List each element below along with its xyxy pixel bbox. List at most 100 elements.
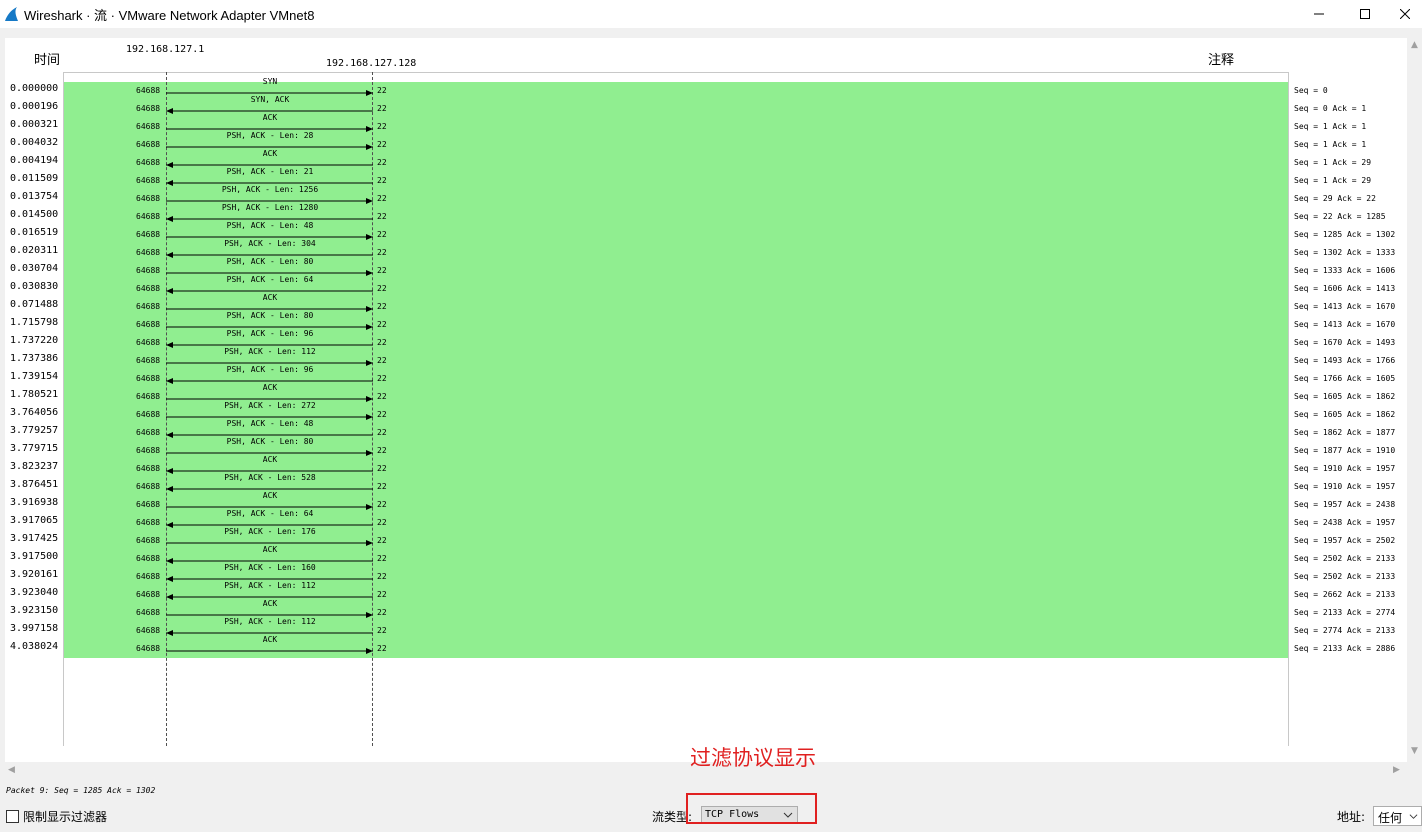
row-comment: Seq = 1606 Ack = 1413 [1294, 284, 1396, 293]
row-src-port: 64688 [136, 536, 161, 545]
row-comment: Seq = 1605 Ack = 1862 [1294, 392, 1396, 401]
row-packet-label: PSH, ACK - Len: 96 [226, 365, 314, 374]
scroll-up-icon[interactable]: ▲ [1411, 40, 1418, 50]
row-time: 0.030830 [10, 281, 59, 292]
row-src-port: 64688 [136, 464, 161, 473]
minimize-button[interactable] [1296, 0, 1342, 28]
row-packet-label: ACK [262, 599, 278, 608]
scroll-left-icon[interactable]: ◀ [8, 765, 15, 775]
row-packet-label: PSH, ACK - Len: 80 [226, 311, 314, 320]
row-src-port: 64688 [136, 590, 161, 599]
row-src-port: 64688 [136, 122, 161, 131]
row-comment: Seq = 1877 Ack = 1910 [1294, 446, 1396, 455]
row-time: 0.004032 [10, 137, 59, 148]
row-packet-label: ACK [262, 383, 278, 392]
row-time: 3.876451 [10, 479, 59, 490]
row-comment: Seq = 0 Ack = 1 [1294, 104, 1367, 113]
row-packet-label: PSH, ACK - Len: 48 [226, 221, 314, 230]
row-comment: Seq = 1910 Ack = 1957 [1294, 464, 1396, 473]
row-src-port: 64688 [136, 446, 161, 455]
row-src-port: 64688 [136, 302, 161, 311]
row-comment: Seq = 1333 Ack = 1606 [1294, 266, 1396, 275]
row-packet-label: PSH, ACK - Len: 528 [224, 473, 316, 482]
row-time: 1.739154 [10, 371, 59, 382]
vertical-scrollbar[interactable]: ▲ ▼ [1408, 38, 1422, 762]
row-src-port: 64688 [136, 572, 161, 581]
row-comment: Seq = 2502 Ack = 2133 [1294, 554, 1396, 563]
row-dst-port: 22 [377, 248, 387, 257]
row-dst-port: 22 [377, 338, 387, 347]
row-time: 3.920161 [10, 569, 59, 580]
row-time: 0.000196 [10, 101, 59, 112]
time-column-header: 时间 [34, 53, 61, 68]
row-comment: Seq = 1605 Ack = 1862 [1294, 410, 1396, 419]
title-bar: Wireshark · 流 · VMware Network Adapter V… [0, 0, 1422, 28]
row-packet-label: PSH, ACK - Len: 64 [226, 509, 314, 518]
limit-filter-checkbox[interactable]: 限制显示过滤器 [6, 808, 107, 825]
row-time: 3.917065 [10, 515, 59, 526]
chevron-down-icon [1409, 814, 1418, 819]
row-packet-label: PSH, ACK - Len: 160 [224, 563, 316, 572]
row-comment: Seq = 1493 Ack = 1766 [1294, 356, 1396, 365]
limit-filter-label[interactable]: 限制显示过滤器 [23, 808, 107, 825]
row-dst-port: 22 [377, 230, 387, 239]
minimize-icon [1314, 13, 1324, 15]
row-packet-label: ACK [262, 149, 278, 158]
flow-row[interactable]: 4.038024 64688 ACK 22 Seq = 2133 Ack = 2886 [0, 635, 1422, 658]
row-packet-label: ACK [262, 455, 278, 464]
row-packet-label: ACK [262, 545, 278, 554]
row-src-port: 64688 [136, 644, 161, 653]
row-comment: Seq = 1957 Ack = 2502 [1294, 536, 1396, 545]
row-src-port: 64688 [136, 518, 161, 527]
row-time: 0.013754 [10, 191, 59, 202]
row-src-port: 64688 [136, 230, 161, 239]
maximize-button[interactable] [1342, 0, 1388, 28]
row-time: 1.715798 [10, 317, 59, 328]
scroll-down-icon[interactable]: ▼ [1411, 746, 1418, 756]
row-dst-port: 22 [377, 518, 387, 527]
row-time: 3.917500 [10, 551, 59, 562]
host2-address-header: 192.168.127.128 [326, 58, 417, 69]
row-time: 0.016519 [10, 227, 59, 238]
row-time: 3.997158 [10, 623, 59, 634]
row-src-port: 64688 [136, 320, 161, 329]
row-dst-port: 22 [377, 266, 387, 275]
row-src-port: 64688 [136, 428, 161, 437]
row-packet-label: PSH, ACK - Len: 112 [224, 581, 316, 590]
row-comment: Seq = 1413 Ack = 1670 [1294, 302, 1396, 311]
address-select[interactable]: 任何 [1373, 806, 1422, 826]
row-time: 0.011509 [10, 173, 59, 184]
row-dst-port: 22 [377, 356, 387, 365]
row-dst-port: 22 [377, 626, 387, 635]
row-comment: Seq = 2502 Ack = 2133 [1294, 572, 1396, 581]
row-dst-port: 22 [377, 122, 387, 131]
row-src-port: 64688 [136, 554, 161, 563]
address-label: 地址: [1337, 810, 1366, 824]
row-time: 0.071488 [10, 299, 59, 310]
row-src-port: 64688 [136, 410, 161, 419]
row-dst-port: 22 [377, 86, 387, 95]
row-packet-label: PSH, ACK - Len: 64 [226, 275, 314, 284]
row-src-port: 64688 [136, 86, 161, 95]
close-button[interactable] [1388, 0, 1422, 28]
scroll-right-icon[interactable]: ▶ [1393, 765, 1400, 775]
row-packet-label: PSH, ACK - Len: 176 [224, 527, 316, 536]
row-comment: Seq = 1670 Ack = 1493 [1294, 338, 1396, 347]
close-icon [1400, 9, 1410, 19]
row-time: 1.737386 [10, 353, 59, 364]
row-dst-port: 22 [377, 500, 387, 509]
row-comment: Seq = 1413 Ack = 1670 [1294, 320, 1396, 329]
row-packet-label: PSH, ACK - Len: 80 [226, 257, 314, 266]
row-src-port: 64688 [136, 176, 161, 185]
row-packet-label: ACK [262, 491, 278, 500]
checkbox-box[interactable] [6, 810, 19, 823]
row-dst-port: 22 [377, 644, 387, 653]
row-src-port: 64688 [136, 158, 161, 167]
row-time: 3.923150 [10, 605, 59, 616]
row-comment: Seq = 0 [1294, 86, 1328, 95]
row-time: 3.923040 [10, 587, 59, 598]
row-comment: Seq = 2662 Ack = 2133 [1294, 590, 1396, 599]
row-time: 3.779715 [10, 443, 59, 454]
row-comment: Seq = 29 Ack = 22 [1294, 194, 1376, 203]
row-comment: Seq = 1957 Ack = 2438 [1294, 500, 1396, 509]
